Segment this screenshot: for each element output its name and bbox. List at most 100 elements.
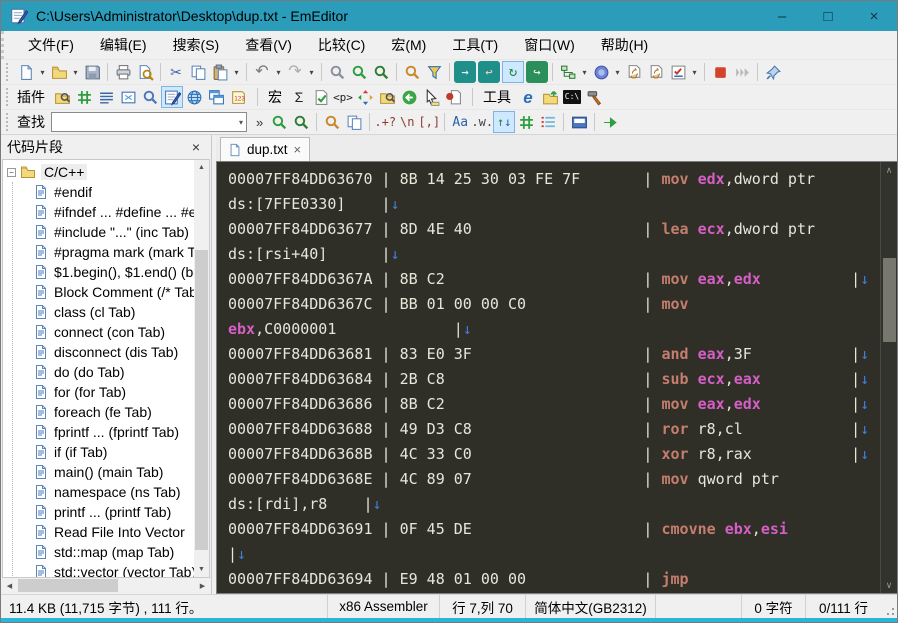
minimize-button[interactable]: – — [759, 1, 805, 31]
redo-dropdown[interactable]: ▾ — [306, 61, 317, 83]
menu-edit[interactable]: 编辑(E) — [88, 32, 159, 58]
macro-sigma-button[interactable]: Σ — [288, 86, 310, 108]
snippet-item[interactable]: namespace (ns Tab) — [3, 482, 194, 502]
snippet-item[interactable]: Block Comment (/* Tab) — [3, 282, 194, 302]
search-loop-toggle-button[interactable]: ↑↓ — [493, 111, 516, 133]
regex-toggle-button[interactable]: .+? — [374, 111, 396, 133]
scroll-up-icon[interactable]: ▲ — [194, 160, 209, 175]
scroll-up-icon[interactable]: ∧ — [881, 162, 897, 178]
find-prev-green-button[interactable] — [290, 111, 312, 133]
save-button[interactable] — [81, 61, 103, 83]
snippet-item[interactable]: class (cl Tab) — [3, 302, 194, 322]
menu-window[interactable]: 窗口(W) — [512, 32, 587, 58]
open-file-dropdown[interactable]: ▾ — [70, 61, 81, 83]
find-next-button[interactable] — [348, 61, 370, 83]
snippet-item[interactable]: std::vector (vector Tab) — [3, 562, 194, 577]
macro-select-dropdown[interactable]: ▾ — [689, 61, 700, 83]
go-button[interactable] — [599, 111, 621, 133]
scroll-down-icon[interactable]: ▼ — [194, 562, 209, 577]
tab-dup-txt[interactable]: dup.txt × — [220, 137, 311, 161]
macro-reddot-button[interactable] — [442, 86, 464, 108]
scroll-thumb[interactable] — [195, 250, 208, 550]
snippet-item[interactable]: $1.begin(), $1.end() (be — [3, 262, 194, 282]
snippets-horizontal-scrollbar[interactable]: ◀ ▶ — [2, 578, 210, 593]
plugin-hash-button[interactable] — [73, 86, 95, 108]
wrap-page-button[interactable]: ↪ — [526, 61, 548, 83]
cut-button[interactable]: ✂ — [165, 61, 187, 83]
scroll-down-icon[interactable]: ∨ — [881, 577, 897, 593]
outline-dropdown[interactable]: ▾ — [579, 61, 590, 83]
number-search-button[interactable] — [515, 111, 537, 133]
maximize-button[interactable]: □ — [805, 1, 851, 31]
combo-dropdown-icon[interactable]: ▾ — [236, 113, 246, 131]
snippet-root-label[interactable]: C/C++ — [41, 164, 88, 180]
plugin-wordcount-button[interactable] — [95, 86, 117, 108]
plugin-numbering-button[interactable] — [227, 86, 249, 108]
scroll-thumb[interactable] — [18, 579, 118, 592]
wrap-window-button[interactable]: ↻ — [502, 61, 524, 83]
tool-cmd-button[interactable]: C:\ — [561, 86, 583, 108]
macro-record-button[interactable] — [623, 61, 645, 83]
snippet-item[interactable]: if (if Tab) — [3, 442, 194, 462]
macro-back-button[interactable] — [398, 86, 420, 108]
replace-button[interactable] — [401, 61, 423, 83]
syntax-theme-button[interactable] — [590, 61, 612, 83]
find-combobox[interactable]: ▾ — [51, 112, 247, 132]
copy-results-button[interactable] — [343, 111, 365, 133]
pin-button[interactable] — [762, 61, 784, 83]
paste-dropdown[interactable]: ▾ — [231, 61, 242, 83]
copy-button[interactable] — [187, 61, 209, 83]
wrap-none-button[interactable]: → — [454, 61, 476, 83]
macro-ptag-button[interactable]: <p> — [332, 86, 354, 108]
snippet-item[interactable]: fprintf ... (fprintf Tab) — [3, 422, 194, 442]
toolbar-grip[interactable] — [6, 63, 11, 81]
scroll-right-icon[interactable]: ▶ — [195, 578, 210, 593]
snippet-item[interactable]: do (do Tab) — [3, 362, 194, 382]
find-next-green-button[interactable] — [268, 111, 290, 133]
snippets-panel-close-button[interactable]: × — [187, 138, 205, 156]
plugin-explorer-button[interactable] — [51, 86, 73, 108]
menu-compare[interactable]: 比较(C) — [306, 32, 377, 58]
snippet-item[interactable]: #endif — [3, 182, 194, 202]
display-mode-button[interactable] — [568, 111, 590, 133]
new-file-dropdown[interactable]: ▾ — [37, 61, 48, 83]
snippets-vertical-scrollbar[interactable]: ▲ ▼ — [194, 160, 209, 577]
menu-tools[interactable]: 工具(T) — [440, 32, 510, 58]
find-previous-button[interactable] — [370, 61, 392, 83]
macro-foldermag-button[interactable] — [376, 86, 398, 108]
macro-arrows-button[interactable] — [354, 86, 376, 108]
outline-button[interactable] — [557, 61, 579, 83]
record-stop-button[interactable] — [709, 61, 731, 83]
undo-button[interactable]: ↶ — [251, 61, 273, 83]
menu-macro[interactable]: 宏(M) — [379, 32, 438, 58]
tool-hammer-button[interactable] — [583, 86, 605, 108]
wrap-return-button[interactable]: ↩ — [478, 61, 500, 83]
plugin-window-button[interactable] — [117, 86, 139, 108]
scroll-thumb[interactable] — [883, 258, 896, 342]
snippet-item[interactable]: disconnect (dis Tab) — [3, 342, 194, 362]
status-encoding[interactable]: 简体中文(GB2312) — [525, 595, 655, 618]
plugin-webpreview-button[interactable] — [183, 86, 205, 108]
tool-folderup-button[interactable] — [539, 86, 561, 108]
status-syntax[interactable]: x86 Assembler — [327, 595, 439, 618]
status-caret-position[interactable]: 行 7,列 70 — [439, 595, 525, 618]
macro-select-button[interactable] — [667, 61, 689, 83]
macro-cursor-button[interactable] — [420, 86, 442, 108]
syntax-theme-dropdown[interactable]: ▾ — [612, 61, 623, 83]
redo-button[interactable]: ↷ — [284, 61, 306, 83]
editor-area[interactable]: 00007FF84DD63670 | 8B 14 25 30 03 FE 7F … — [216, 161, 897, 594]
close-button[interactable]: × — [851, 1, 897, 31]
match-case-toggle-button[interactable]: Aa — [449, 111, 471, 133]
menu-search[interactable]: 搜索(S) — [161, 32, 232, 58]
play-repeat-button[interactable] — [731, 61, 753, 83]
status-line-count[interactable]: 0/111 行 — [805, 595, 881, 618]
undo-dropdown[interactable]: ▾ — [273, 61, 284, 83]
paste-button[interactable] — [209, 61, 231, 83]
macro-checkdoc-button[interactable] — [310, 86, 332, 108]
menu-help[interactable]: 帮助(H) — [589, 32, 660, 58]
escape-seq-toggle-button[interactable]: \n — [396, 111, 418, 133]
find-input[interactable] — [52, 114, 236, 130]
filter-button[interactable] — [423, 61, 445, 83]
macro-play-button[interactable] — [645, 61, 667, 83]
menu-view[interactable]: 查看(V) — [233, 32, 304, 58]
